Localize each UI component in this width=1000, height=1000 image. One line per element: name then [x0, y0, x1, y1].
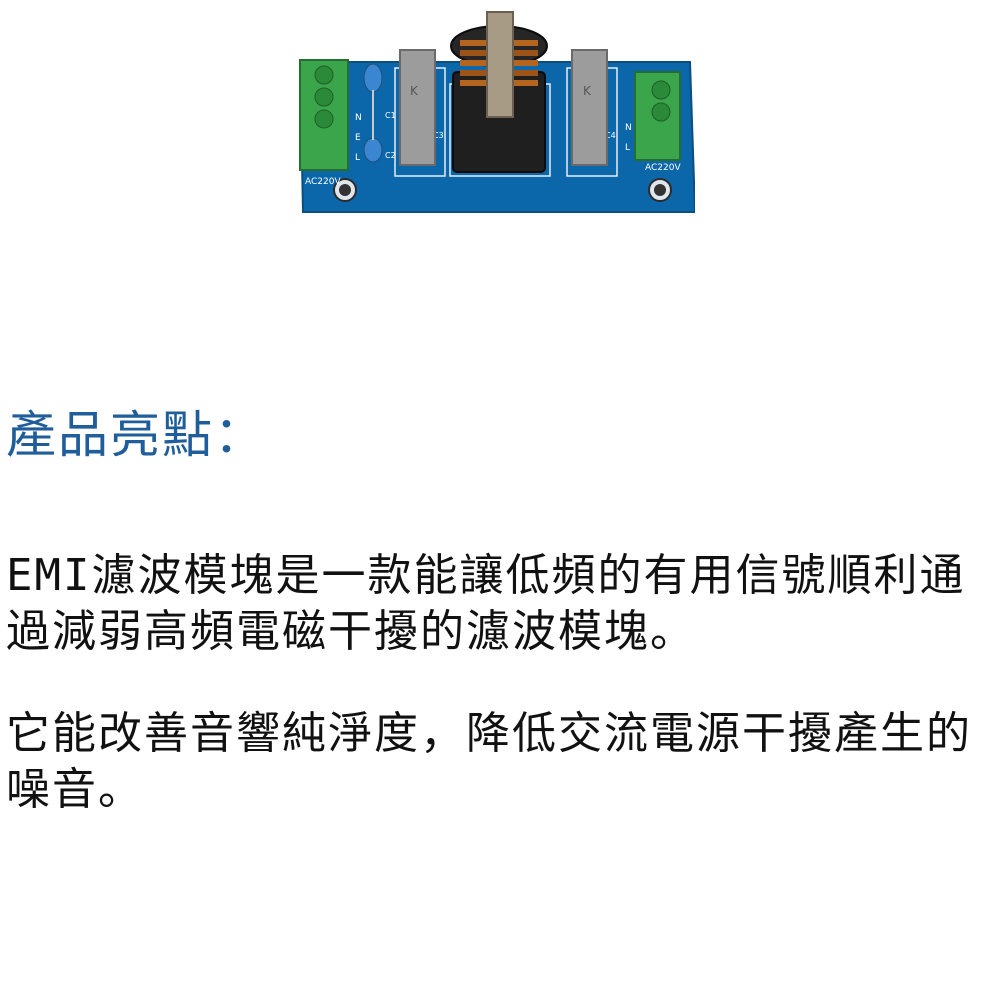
cap-mark-k1: K [410, 84, 419, 98]
highlights-paragraph-2: 它能改善音響純淨度，降低交流電源干擾產生的噪音。 [6, 708, 972, 815]
terminal-screw-3 [314, 109, 334, 129]
terminal-screw-5 [651, 102, 671, 122]
mount-hole-left-center [339, 184, 351, 196]
label-left-terminal: AC220V [305, 177, 341, 187]
y-cap-2 [363, 137, 383, 163]
silk-c2: C2 [385, 151, 396, 160]
silk-n-right: N [625, 123, 632, 133]
mount-hole-right-center [654, 184, 666, 196]
silk-l-right: L [625, 143, 630, 153]
emi-filter-board-illustration: AC220V N E L C1 C2 C3 C4 K K N L AC220V [298, 11, 697, 213]
silk-c1: C1 [385, 111, 396, 120]
silk-n-left: N [355, 113, 362, 123]
highlights-title: 產品亮點： [6, 406, 266, 464]
product-image: AC220V N E L C1 C2 C3 C4 K K N L AC220V [295, 0, 697, 216]
terminal-screw-1 [314, 65, 334, 85]
film-capacitor-c4 [571, 49, 608, 166]
choke-bobbin [486, 11, 514, 118]
y-cap-1 [363, 63, 383, 93]
terminal-screw-4 [651, 80, 671, 100]
silk-e-left: E [355, 133, 361, 143]
cap-mark-k2: K [583, 84, 592, 98]
film-capacitor-c3 [399, 49, 436, 166]
label-right-terminal: AC220V [645, 163, 681, 173]
highlights-paragraph-1: EMI濾波模塊是一款能讓低頻的有用信號順利通過減弱高頻電磁干擾的濾波模塊。 [6, 550, 966, 657]
terminal-screw-2 [314, 87, 334, 107]
silk-l-left: L [355, 153, 360, 163]
